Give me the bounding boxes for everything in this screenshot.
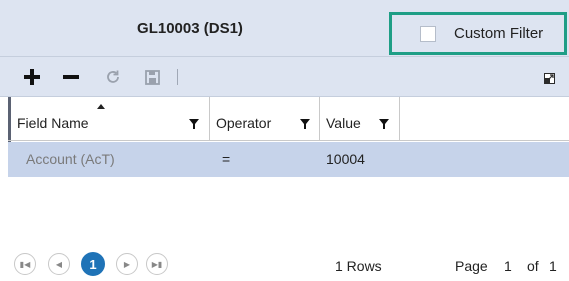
rows-count: 1 Rows bbox=[335, 258, 382, 274]
of-label: of bbox=[527, 258, 539, 274]
last-page-button[interactable]: ▶▮ bbox=[146, 253, 168, 275]
grid-title: GL10003 (DS1) bbox=[137, 20, 243, 37]
page-number: 1 bbox=[504, 258, 512, 274]
cell-field-name: Account (AcT) bbox=[26, 151, 115, 167]
sort-ascending-icon bbox=[97, 104, 105, 109]
filter-icon[interactable] bbox=[379, 116, 389, 132]
pager: ▮◀ ◀ 1 ▶ ▶▮ 1 Rows Page 1 of 1 bbox=[0, 245, 569, 281]
refresh-icon[interactable] bbox=[103, 57, 123, 97]
expand-icon[interactable] bbox=[544, 71, 555, 84]
total-pages: 1 bbox=[549, 258, 557, 274]
save-icon[interactable] bbox=[142, 57, 162, 97]
custom-filter-label: Custom Filter bbox=[454, 25, 544, 42]
toolbar bbox=[0, 57, 569, 97]
first-page-button[interactable]: ▮◀ bbox=[14, 253, 36, 275]
page-label: Page bbox=[455, 258, 488, 274]
minus-icon[interactable] bbox=[61, 57, 81, 97]
cell-value: 10004 bbox=[326, 151, 365, 167]
grid-title-bar: GL10003 (DS1) Custom Filter bbox=[0, 0, 569, 57]
custom-filter-toggle[interactable]: Custom Filter bbox=[389, 12, 567, 55]
toolbar-separator bbox=[177, 69, 178, 85]
table-row[interactable]: Account (AcT) = 10004 bbox=[8, 142, 569, 177]
cell-operator: = bbox=[222, 151, 231, 167]
grid-header: Field Name Operator Value bbox=[8, 97, 569, 141]
column-header-operator[interactable]: Operator bbox=[210, 97, 320, 141]
filter-grid: Field Name Operator Value Account (AcT) … bbox=[8, 97, 569, 245]
plus-icon[interactable] bbox=[22, 57, 42, 97]
page-button-current[interactable]: 1 bbox=[81, 252, 105, 276]
custom-filter-checkbox[interactable] bbox=[420, 26, 436, 42]
filter-icon[interactable] bbox=[189, 116, 199, 132]
column-header-field-name[interactable]: Field Name bbox=[11, 97, 210, 141]
column-header-value[interactable]: Value bbox=[320, 97, 400, 141]
previous-page-button[interactable]: ◀ bbox=[48, 253, 70, 275]
filter-icon[interactable] bbox=[300, 116, 310, 132]
next-page-button[interactable]: ▶ bbox=[116, 253, 138, 275]
